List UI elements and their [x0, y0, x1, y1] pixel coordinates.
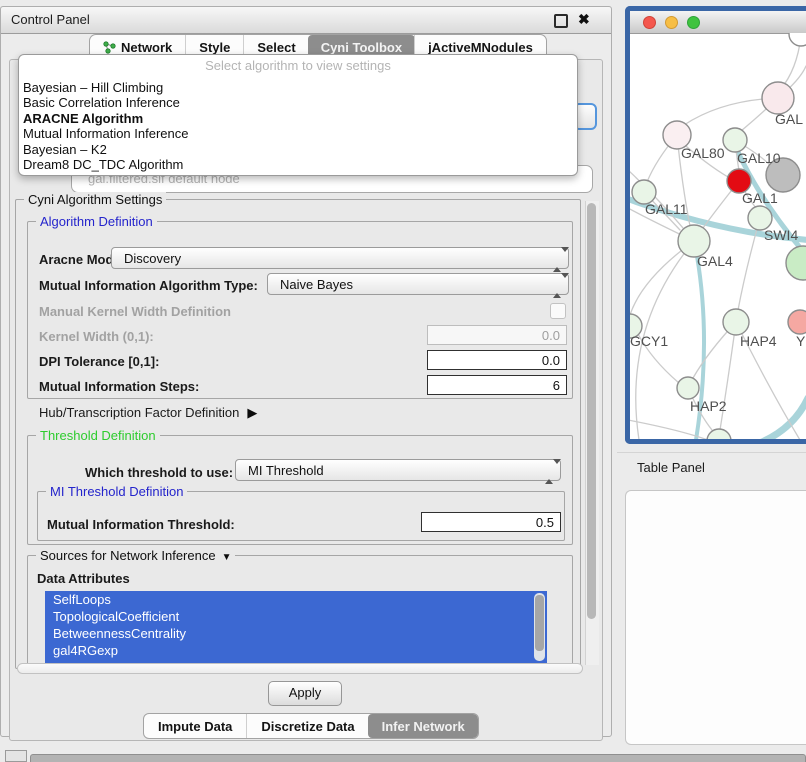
screen: Control Panel ✖ Network Style Select Cyni T…	[0, 0, 806, 762]
tab-label: Style	[199, 40, 230, 55]
algorithm-option[interactable]: Bayesian – K2	[23, 142, 573, 157]
algorithm-dropdown-placeholder: Select algorithm to view settings	[19, 58, 577, 73]
combo-stepper-icon	[553, 252, 561, 267]
mi-steps-field[interactable]	[427, 375, 567, 395]
network-node[interactable]	[723, 309, 749, 335]
settings-horizontal-scrollbar[interactable]	[17, 663, 583, 674]
network-titlebar	[630, 11, 806, 34]
node-label: GAL	[775, 111, 803, 127]
algorithm-option[interactable]: Mutual Information Inference	[23, 126, 573, 141]
algorithm-dropdown-list: Bayesian – Hill ClimbingBasic Correlatio…	[23, 80, 573, 172]
data-attributes-list[interactable]: SelfLoopsTopologicalCoefficientBetweenne…	[45, 591, 547, 663]
kernel-width-field[interactable]	[427, 325, 567, 345]
mi-algorithm-type-value: Naive Bayes	[280, 277, 353, 292]
network-node[interactable]	[677, 377, 699, 399]
zoom-traffic-light[interactable]	[687, 16, 700, 29]
mi-threshold-field[interactable]	[421, 512, 561, 532]
network-node[interactable]	[762, 82, 794, 114]
tab-label: Network	[121, 40, 172, 55]
data-attribute-item[interactable]: SelfLoops	[45, 591, 547, 608]
aracne-mode-value: Discovery	[124, 251, 181, 266]
sources-title[interactable]: Sources for Network Inference ▼	[36, 548, 235, 563]
table-panel-title: Table Panel	[637, 460, 705, 475]
algorithm-dropdown-popup: Select algorithm to view settings Bayesi…	[18, 54, 578, 176]
close-icon[interactable]: ✖	[578, 11, 590, 28]
node-label: GAL80	[681, 145, 725, 161]
mi-steps-label: Mutual Information Steps:	[39, 379, 199, 394]
node-label: GAL4	[697, 253, 733, 269]
tab-label: Cyni Toolbox	[321, 40, 402, 55]
hub-definition-label: Hub/Transcription Factor Definition	[39, 405, 239, 420]
network-canvas[interactable]: GAL GAL80 GAL10 GAL1 GAL11 SWI4 GAL4 GCY1 HAP4 Y H…	[630, 33, 806, 439]
network-node[interactable]	[788, 310, 806, 334]
network-node[interactable]	[707, 429, 731, 439]
lower-window-edge	[30, 754, 806, 762]
tab-label: Select	[257, 40, 295, 55]
node-label: HAP4	[740, 333, 777, 349]
attributes-scrollbar-thumb[interactable]	[535, 595, 544, 651]
combo-stepper-icon	[553, 278, 561, 293]
kernel-width-label: Kernel Width (0,1):	[39, 329, 154, 344]
control-panel-titlebar: Control Panel ✖	[1, 7, 611, 34]
combo-stepper-icon	[545, 464, 553, 479]
algorithm-definition-title: Algorithm Definition	[36, 214, 157, 229]
apply-button[interactable]: Apply	[268, 681, 342, 706]
which-threshold-select[interactable]: MI Threshold	[235, 459, 561, 481]
data-attribute-item[interactable]: gal4RGexp	[45, 642, 547, 659]
mi-threshold-label: Mutual Information Threshold:	[47, 517, 235, 532]
algorithm-option[interactable]: Dream8 DC_TDC Algorithm	[23, 157, 573, 172]
collapse-down-icon: ▼	[222, 552, 232, 563]
data-attribute-item[interactable]: TopologicalCoefficient	[45, 608, 547, 625]
cyni-algorithm-settings-title: Cyni Algorithm Settings	[24, 192, 166, 207]
float-window-icon[interactable]	[554, 14, 568, 28]
lower-window-icon[interactable]	[5, 750, 27, 762]
settings-vertical-scrollbar-thumb[interactable]	[587, 203, 596, 619]
network-view-window: GAL GAL80 GAL10 GAL1 GAL11 SWI4 GAL4 GCY1 HAP4 Y H…	[625, 6, 806, 444]
dpi-tolerance-label: DPI Tolerance [0,1]:	[39, 354, 159, 369]
bottom-tab-impute-data[interactable]: Impute Data	[144, 714, 246, 738]
algorithm-option[interactable]: ARACNE Algorithm	[23, 111, 573, 126]
which-threshold-value: MI Threshold	[248, 463, 324, 478]
panel-divider	[617, 452, 806, 453]
tab-label: jActiveMNodules	[428, 40, 533, 55]
sources-title-text: Sources for Network Inference	[40, 548, 216, 563]
aracne-mode-select[interactable]: Discovery	[111, 247, 569, 269]
mi-threshold-title: MI Threshold Definition	[46, 484, 187, 499]
bottom-tab-discretize-data[interactable]: Discretize Data	[246, 714, 368, 738]
data-attribute-item[interactable]: BetweennessCentrality	[45, 625, 547, 642]
mi-algorithm-type-label: Mutual Information Algorithm Type:	[39, 278, 258, 293]
network-node[interactable]	[723, 128, 747, 152]
expand-right-icon: ▶	[247, 405, 257, 421]
minimize-traffic-light[interactable]	[665, 16, 678, 29]
data-attributes-label: Data Attributes	[37, 571, 130, 586]
network-icon	[103, 41, 116, 54]
node-label: GAL1	[742, 190, 778, 206]
mi-algorithm-type-select[interactable]: Naive Bayes	[267, 273, 569, 295]
manual-kernel-width-label: Manual Kernel Width Definition	[39, 304, 231, 319]
bottom-tab-infer-network[interactable]: Infer Network	[368, 714, 479, 738]
node-label: GCY1	[630, 333, 668, 349]
manual-kernel-width-checkbox[interactable]	[550, 303, 566, 319]
dpi-tolerance-field[interactable]	[427, 350, 567, 370]
network-node[interactable]	[789, 33, 806, 46]
algorithm-option[interactable]: Basic Correlation Inference	[23, 95, 573, 110]
which-threshold-label: Which threshold to use:	[85, 465, 233, 480]
node-label: HAP2	[690, 398, 727, 414]
threshold-definition-title: Threshold Definition	[36, 428, 160, 443]
node-label: GAL11	[645, 201, 688, 217]
hub-definition-expander[interactable]: Hub/Transcription Factor Definition ▶	[39, 405, 257, 421]
algorithm-option[interactable]: Bayesian – Hill Climbing	[23, 80, 573, 95]
table-panel-window: ⚙ ✓ ✓ shared… name YDL19…YDL19…13YDR27…Y…	[625, 490, 806, 745]
close-traffic-light[interactable]	[643, 16, 656, 29]
network-node[interactable]	[786, 246, 806, 280]
bottom-tabbar: Impute DataDiscretize DataInfer Network	[143, 713, 479, 739]
node-label: GAL10	[737, 150, 781, 166]
control-panel-title: Control Panel	[11, 12, 90, 27]
node-label: SWI4	[764, 227, 798, 243]
node-label: Y	[796, 333, 806, 349]
